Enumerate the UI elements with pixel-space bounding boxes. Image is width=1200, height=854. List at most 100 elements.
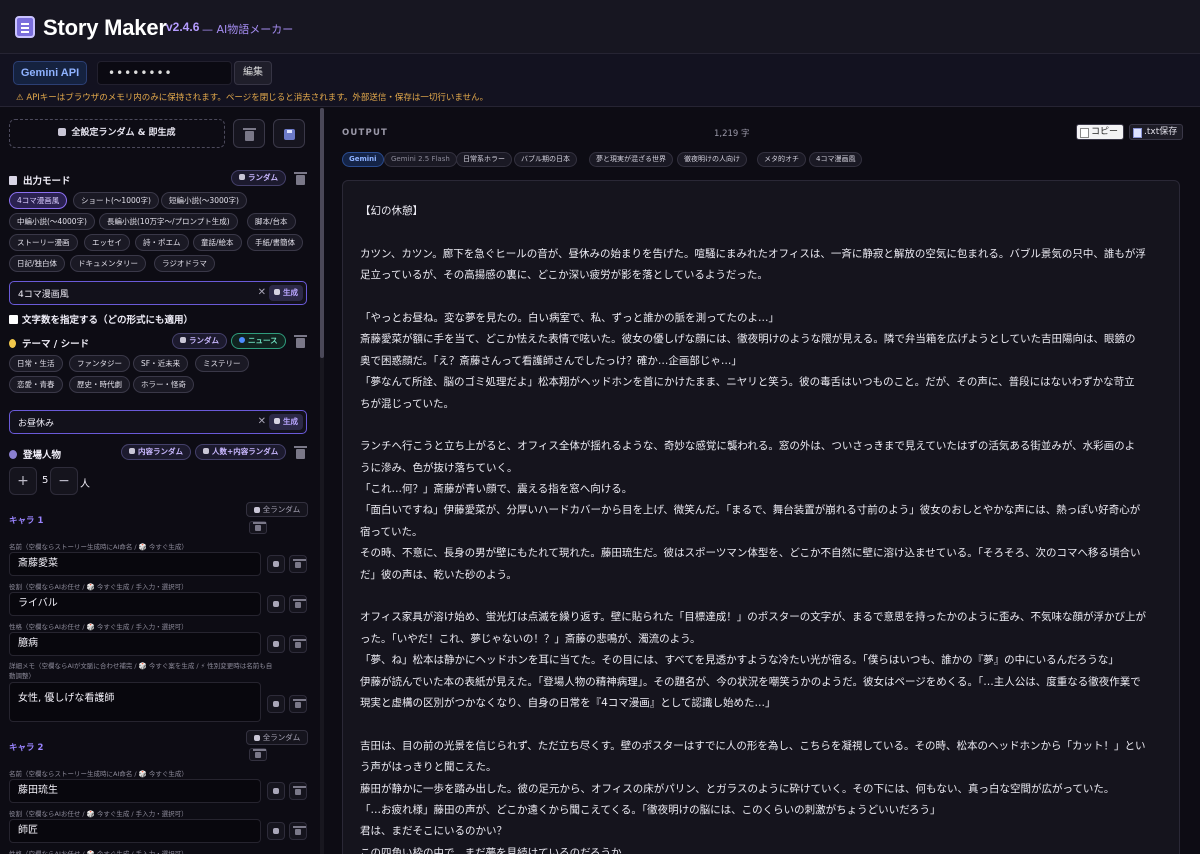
content-random-label: 内容ランダム (138, 447, 183, 456)
char-count-toggle[interactable]: 文字数を指定する（どの形式にも適用） (9, 312, 193, 326)
character-memo-textarea[interactable]: 女性, 優しげな看護師 (9, 682, 261, 722)
character-name-input[interactable]: 藤田琉生 (9, 779, 261, 803)
theme-field[interactable]: お昼休み ✕ 生成 (9, 410, 307, 434)
copy-button[interactable]: コピー (1076, 124, 1125, 140)
clear-x-icon[interactable]: ✕ (258, 416, 266, 427)
character-delete-button[interactable] (249, 521, 267, 534)
mode-chip[interactable]: 4コマ漫画風 (9, 192, 68, 209)
api-key-input[interactable]: •••••••• (97, 61, 232, 85)
output-mode-random-button[interactable]: ランダム (231, 170, 286, 186)
character-all-random-button[interactable]: 全ランダム (246, 502, 308, 517)
story-line: 宿っていた。 (360, 525, 423, 538)
output-mode-clear-icon[interactable] (294, 172, 307, 185)
floppy-icon (284, 129, 295, 140)
theme-news-button[interactable]: ニュース (231, 333, 286, 349)
dice-button[interactable] (267, 555, 285, 573)
clear-x-icon[interactable]: ✕ (258, 287, 266, 298)
api-warning-text: ⚠ APIキーはブラウザのメモリ内のみに保持されます。ページを閉じると消去されま… (16, 93, 489, 103)
mode-chip[interactable]: 詩・ポエム (135, 234, 189, 251)
scroll-thumb[interactable] (320, 108, 324, 358)
mode-chip[interactable]: ショート(〜1000字) (73, 192, 159, 209)
trash-icon (293, 826, 306, 835)
dice-button[interactable] (267, 782, 285, 800)
story-line (360, 222, 1179, 243)
output-tag: 徹夜明けの人向け (677, 152, 747, 167)
clear-button[interactable] (289, 782, 307, 800)
clear-button[interactable] (289, 822, 307, 840)
trash-icon (253, 522, 266, 531)
characters-clear-icon[interactable] (294, 446, 307, 459)
dice-button[interactable] (267, 822, 285, 840)
mode-chip[interactable]: 日記/独白体 (9, 255, 66, 272)
mode-chip[interactable]: 中編小説(〜4000字) (9, 213, 95, 230)
output-mode-field[interactable]: 4コマ漫画風 ✕ 生成 (9, 281, 307, 305)
story-output[interactable]: 【幻の休憩】 カツン、カツン。廊下を急ぐヒールの音が、昼休みの始まりを告げた。喧… (342, 180, 1180, 854)
story-line: 藤田が静かに一歩を踏み出した。彼の足元から、オフィスの床がパリン、とガラスのよう… (360, 782, 1115, 795)
random-all-button[interactable]: 全設定ランダム & 即生成 (9, 119, 225, 148)
clear-button[interactable] (289, 555, 307, 573)
dice-button[interactable] (267, 695, 285, 713)
clear-all-button[interactable] (233, 119, 265, 148)
theme-clear-icon[interactable] (294, 335, 307, 348)
mode-chip[interactable]: ストーリー漫画 (9, 234, 78, 251)
output-mode-generate-button[interactable]: 生成 (269, 285, 303, 301)
dice-button[interactable] (267, 595, 285, 613)
output-mode-value: 4コマ漫画風 (18, 290, 69, 300)
character-all-random-button[interactable]: 全ランダム (246, 730, 308, 745)
story-line: 伊藤が読んでいた本の表紙が見えた。「登場人物の精神病理」。その題名が、今の状況を… (360, 675, 1141, 688)
clear-button[interactable] (289, 635, 307, 653)
theme-chip[interactable]: SF・近未来 (133, 355, 189, 372)
character-name-input[interactable]: 斎藤愛菜 (9, 552, 261, 576)
theme-chip[interactable]: ファンタジー (69, 355, 130, 372)
theme-value: お昼休み (18, 419, 55, 429)
mode-chip[interactable]: 童話/絵本 (193, 234, 242, 251)
all-random-label: 全ランダム (262, 733, 301, 742)
mode-chip[interactable]: 手紙/書簡体 (247, 234, 304, 251)
save-settings-button[interactable] (273, 119, 305, 148)
decrement-button[interactable]: − (50, 467, 78, 495)
dice-icon (273, 601, 279, 607)
character-role-input[interactable]: ライバル (9, 592, 261, 616)
mode-chip[interactable]: ラジオドラマ (154, 255, 215, 272)
content-random-button[interactable]: 内容ランダム (121, 444, 191, 460)
story-line: 現実と虚構の区別がつかなくなり、自身の日常を『4コマ漫画』として認識し始めた…」 (360, 696, 776, 709)
increment-button[interactable]: + (9, 467, 37, 495)
character-personality-input[interactable]: 臆病 (9, 632, 261, 656)
theme-chip[interactable]: 恋愛・青春 (9, 376, 63, 393)
theme-chip[interactable]: 日常・生活 (9, 355, 63, 372)
theme-chip[interactable]: ミステリー (195, 355, 249, 372)
output-tag: Gemini (342, 152, 384, 167)
story-line: う声がはっきりと聞こえた。 (360, 761, 497, 774)
count-random-button[interactable]: 人数+内容ランダム (195, 444, 287, 460)
output-tag: 夢と現実が混ざる世界 (589, 152, 673, 167)
clear-button[interactable] (289, 595, 307, 613)
api-edit-button[interactable]: 編集 (234, 61, 272, 85)
dice-icon (273, 828, 279, 834)
generate-label: 生成 (283, 288, 298, 297)
mode-chip[interactable]: エッセイ (84, 234, 130, 251)
theme-title-text: テーマ / シード (22, 339, 90, 350)
dice-button[interactable] (267, 635, 285, 653)
theme-chip[interactable]: 歴史・時代劇 (69, 376, 130, 393)
theme-generate-button[interactable]: 生成 (269, 414, 303, 430)
story-line: 吉田は、目の前の光景を信じられず、ただ立ち尽くす。壁のポスターはすでに人の形を為… (360, 739, 1146, 752)
settings-scrollbar[interactable] (320, 108, 324, 854)
mode-chip[interactable]: 脚本/台本 (247, 213, 296, 230)
character-delete-button[interactable] (249, 748, 267, 761)
mode-chip[interactable]: 短編小説(〜3000字) (161, 192, 247, 209)
checkbox[interactable] (9, 315, 18, 324)
trash-icon (293, 786, 306, 795)
mode-chip[interactable]: 長編小説(10万字〜/プロンプト生成) (99, 213, 238, 230)
theme-random-button[interactable]: ランダム (172, 333, 227, 349)
save-txt-button[interactable]: .txt保存 (1129, 124, 1184, 140)
mode-chip[interactable]: ドキュメンタリー (70, 255, 146, 272)
app-header: Story Maker v2.4.6 — AI物語メーカー (0, 0, 1200, 54)
story-line: 「夢なんて所詮、脳のゴミ処理だよ」松本翔がヘッドホンを首にかけたまま、ニヤリと笑… (360, 376, 1135, 389)
character-role-input[interactable]: 師匠 (9, 819, 261, 843)
clear-button[interactable] (289, 695, 307, 713)
name-field-label: 名前（空欄ならストーリー生成時にAI命名 / 🎲 今すぐ生成） (9, 543, 188, 551)
save-label: .txt保存 (1144, 127, 1178, 137)
theme-chip[interactable]: ホラー・怪奇 (133, 376, 194, 393)
story-line (360, 714, 1179, 735)
settings-panel: 全設定ランダム & 即生成 出力モード ランダム 4コマ漫画風 ショート(〜10… (0, 108, 320, 854)
